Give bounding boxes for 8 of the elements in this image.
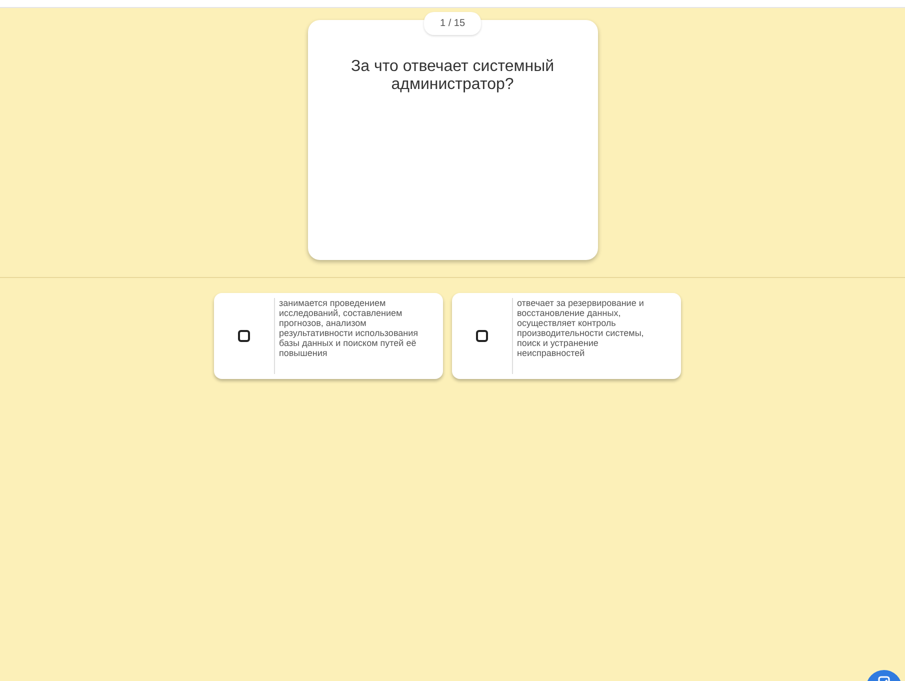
answer-text: занимается проведением исследований, составлением прогнозов, анализом результативности использования базы данных и поиском путей её повышения xyxy=(279,298,419,358)
question-text: За что отвечает системный администратор? xyxy=(350,58,556,94)
answer-checkbox[interactable] xyxy=(238,330,250,342)
question-counter: 1 / 15 xyxy=(424,12,482,35)
answer-checkbox[interactable] xyxy=(476,330,488,342)
answer-text: отвечает за резервирование и восстановление данных, осуществляет контроль производительности системы, поиск и устранение неисправностей xyxy=(517,298,645,358)
answer-option[interactable]: отвечает за резервирование и восстановление данных, осуществляет контроль производительности системы, поиск и устранение неисправностей xyxy=(452,293,681,379)
answer-option[interactable]: занимается проведением исследований, составлением прогнозов, анализом результативности использования базы данных и поиском путей её повышения xyxy=(214,293,443,379)
